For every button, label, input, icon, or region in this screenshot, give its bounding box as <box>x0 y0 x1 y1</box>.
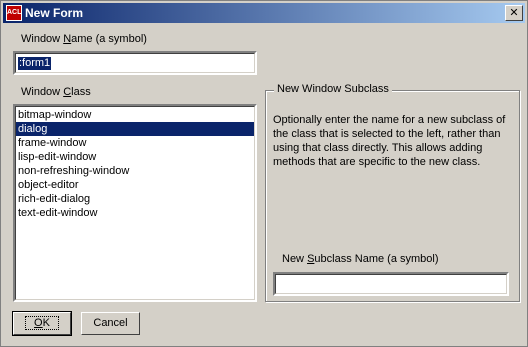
new-form-dialog: ACL New Form ✕ Window Name (a symbol) :f… <box>0 0 528 347</box>
window-class-label-part: Window <box>21 86 64 98</box>
window-name-input[interactable]: :form1 <box>13 51 257 75</box>
window-name-label-accel: N <box>63 33 72 45</box>
group-legend: New Window Subclass <box>274 83 392 95</box>
window-name-value: :form1 <box>18 57 52 70</box>
window-class-item[interactable]: lisp-edit-window <box>16 150 254 164</box>
window-class-label-rest: lass <box>71 86 91 98</box>
subclass-description: Optionally enter the name for a new subc… <box>273 114 506 168</box>
window-class-item[interactable]: text-edit-window <box>16 206 254 220</box>
subclass-name-input[interactable] <box>273 272 509 296</box>
window-class-list: bitmap-window dialog frame-window lisp-edit… <box>15 106 255 222</box>
window-class-item[interactable]: frame-window <box>16 136 254 150</box>
app-icon: ACL <box>6 5 22 21</box>
window-class-item[interactable]: dialog <box>16 122 254 136</box>
window-class-label-accel: C <box>63 86 72 98</box>
title-bar[interactable]: ACL New Form ✕ <box>3 3 525 23</box>
subclass-name-label: New Subclass Name (a symbol) <box>282 253 439 265</box>
ok-button[interactable]: OK <box>12 311 72 336</box>
window-class-label: Window Class <box>21 86 91 98</box>
window-class-item[interactable]: non-refreshing-window <box>16 164 254 178</box>
cancel-button[interactable]: Cancel <box>81 312 140 335</box>
window-class-item[interactable]: bitmap-window <box>16 108 254 122</box>
window-name-label-part: Window <box>21 33 64 45</box>
close-icon[interactable]: ✕ <box>505 5 523 21</box>
window-class-item[interactable]: rich-edit-dialog <box>16 192 254 206</box>
window-class-item[interactable]: object-editor <box>16 178 254 192</box>
ok-rest: K <box>42 317 50 329</box>
ok-accel: O <box>34 317 43 329</box>
subclass-name-label-part: New <box>282 253 308 265</box>
ok-button-label: OK <box>25 316 59 330</box>
window-name-label: Window Name (a symbol) <box>21 33 147 45</box>
window-name-label-rest: ame (a symbol) <box>71 33 147 45</box>
subclass-name-label-rest: ubclass Name (a symbol) <box>314 253 439 265</box>
window-title: New Form <box>25 6 84 20</box>
window-class-listbox[interactable]: bitmap-window dialog frame-window lisp-edit… <box>13 104 257 302</box>
